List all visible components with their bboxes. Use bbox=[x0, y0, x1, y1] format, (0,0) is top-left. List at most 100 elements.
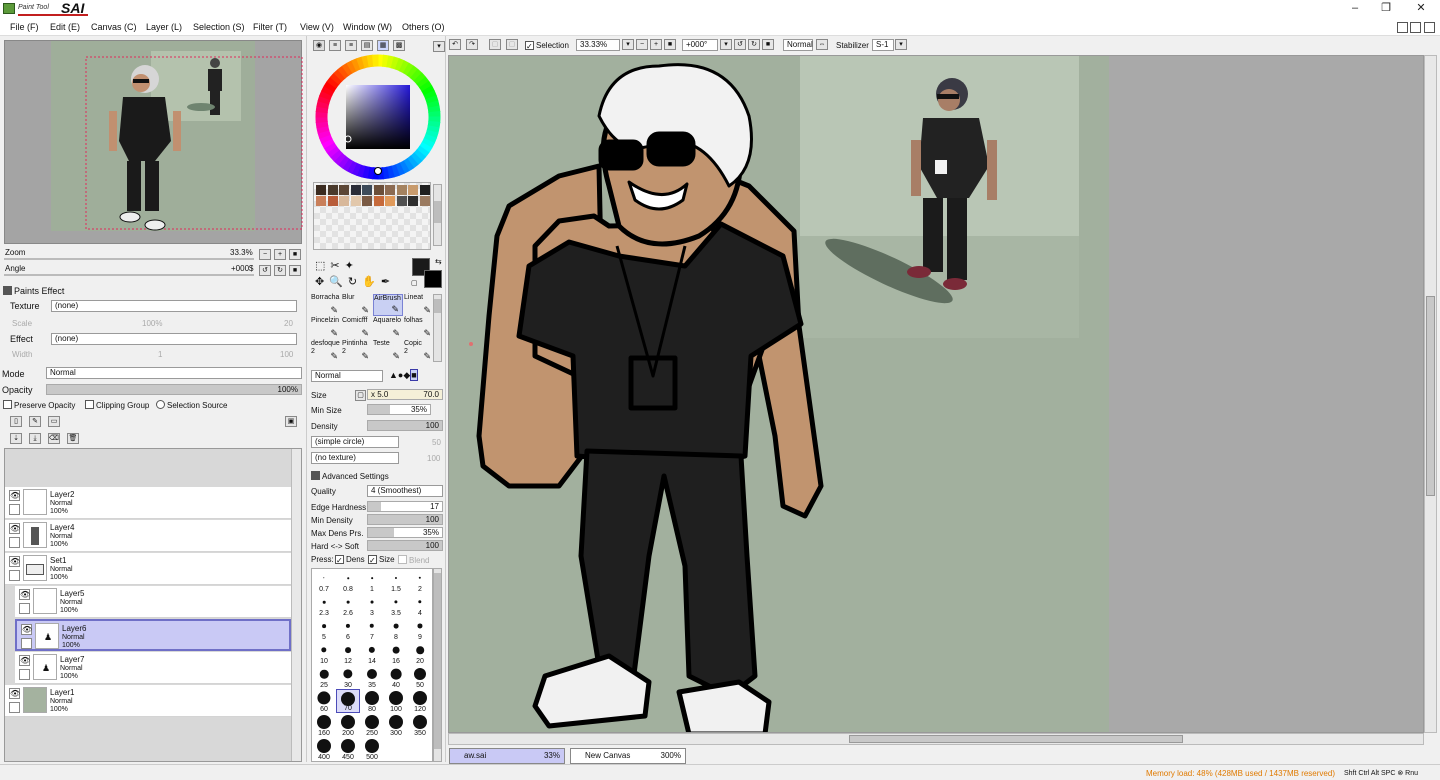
brush-tool-copic[interactable]: Copic 2 ✎ bbox=[404, 340, 434, 362]
brush-tool-comicfff[interactable]: Comicfff ✎ bbox=[342, 317, 372, 339]
canvas-rotate-reset-icon[interactable]: ■ bbox=[762, 39, 774, 50]
size-multiplier-button[interactable]: ▢ bbox=[355, 390, 366, 401]
zoom-tool-icon[interactable]: 🔍 bbox=[329, 276, 348, 288]
layer-row-layer4[interactable]: 👁 Layer4 Normal 100% bbox=[5, 520, 291, 552]
mix-mode-icon[interactable]: ▤ bbox=[361, 40, 373, 51]
swatch[interactable] bbox=[316, 185, 326, 195]
paints-effect-title[interactable]: Paints Effect bbox=[3, 286, 64, 296]
brush-tool-pintinha[interactable]: Pintinha 2 ✎ bbox=[342, 340, 372, 362]
deselect-icon[interactable]: ▢ bbox=[489, 39, 501, 50]
undo-icon[interactable]: ↶ bbox=[449, 39, 461, 50]
brush-size-cell[interactable]: 0.7 bbox=[312, 569, 336, 593]
canvas-zoom-in-icon[interactable]: + bbox=[650, 39, 662, 50]
brush-size-cell[interactable]: 0.8 bbox=[336, 569, 360, 593]
brush-size-cell[interactable]: 300 bbox=[384, 713, 408, 737]
brush-tool-lineat[interactable]: Lineat ✎ bbox=[404, 294, 434, 316]
zoom-dropdown-icon[interactable]: ▾ bbox=[622, 39, 634, 50]
stabilizer-select[interactable]: S-1 bbox=[872, 39, 894, 51]
brush-size-cell[interactable]: 3.5 bbox=[384, 593, 408, 617]
canvas-rotate-right-icon[interactable]: ↻ bbox=[748, 39, 760, 50]
brush-size-cell[interactable]: 40 bbox=[384, 665, 408, 689]
size-palette-scroll-thumb[interactable] bbox=[434, 573, 441, 749]
swatches-mode-icon[interactable]: ▦ bbox=[377, 40, 389, 51]
brush-shape-select[interactable]: (simple circle) bbox=[311, 436, 399, 448]
brush-size-cell[interactable]: 8 bbox=[384, 617, 408, 641]
swatch[interactable] bbox=[339, 185, 349, 195]
menu-window[interactable]: Window (W) bbox=[343, 22, 392, 32]
menu-edit[interactable]: Edit (E) bbox=[50, 22, 80, 32]
brush-size-cell[interactable]: 20 bbox=[408, 641, 432, 665]
hue-segment[interactable] bbox=[372, 54, 379, 67]
clear-layer-icon[interactable]: ⌫ bbox=[48, 433, 60, 444]
max-dens-slider[interactable]: 35% bbox=[367, 527, 443, 538]
brush-size-cell[interactable]: 350 bbox=[408, 713, 432, 737]
brush-size-cell[interactable]: 500 bbox=[360, 737, 384, 761]
size-palette-scrollbar[interactable] bbox=[433, 568, 442, 762]
layer-list-scrollbar[interactable] bbox=[291, 449, 301, 761]
zoom-out-button[interactable]: − bbox=[259, 249, 271, 260]
layer-visibility-icon[interactable]: 👁 bbox=[9, 490, 20, 501]
invert-selection-icon[interactable]: ▢ bbox=[506, 39, 518, 50]
brush-size-cell[interactable]: 30 bbox=[336, 665, 360, 689]
swatch-scrollbar[interactable] bbox=[433, 184, 442, 246]
navigator-preview[interactable] bbox=[4, 40, 303, 244]
brush-tool-desfoque[interactable]: desfoque 2 ✎ bbox=[311, 340, 341, 362]
layer-visibility-icon[interactable]: 👁 bbox=[9, 523, 20, 534]
canvas-horizontal-scrollbar[interactable] bbox=[448, 733, 1424, 745]
swatch[interactable] bbox=[385, 196, 395, 206]
layer-visibility-icon[interactable]: 👁 bbox=[21, 624, 32, 635]
canvas-vertical-thumb[interactable] bbox=[1426, 296, 1435, 496]
brush-size-cell[interactable]: 120 bbox=[408, 689, 432, 713]
preserve-opacity-checkbox[interactable]: Preserve Opacity bbox=[3, 400, 75, 410]
swatch[interactable] bbox=[350, 196, 361, 206]
brush-size-cell[interactable]: 10 bbox=[312, 641, 336, 665]
brush-size-cell[interactable]: 1.5 bbox=[384, 569, 408, 593]
brush-tool-airbrush[interactable]: AirBrush ✎ bbox=[373, 294, 403, 316]
brush-size-cell[interactable]: 50 bbox=[408, 665, 432, 689]
swatch[interactable] bbox=[385, 185, 395, 195]
tool-scrollbar[interactable] bbox=[433, 294, 442, 362]
layer-row-layer6[interactable]: 👁 ♟ Layer6 Normal 100% bbox=[15, 619, 291, 651]
swatch[interactable] bbox=[396, 196, 407, 206]
swatch[interactable] bbox=[419, 196, 430, 206]
brush-size-cell[interactable]: 70 bbox=[336, 689, 360, 713]
color-wheel[interactable] bbox=[315, 54, 441, 180]
brush-size-cell[interactable]: 2.3 bbox=[312, 593, 336, 617]
close-button[interactable]: ✕ bbox=[1407, 1, 1435, 17]
quality-select[interactable]: 4 (Smoothest) bbox=[367, 485, 443, 497]
brush-size-cell[interactable]: 6 bbox=[336, 617, 360, 641]
brush-size-cell[interactable]: 25 bbox=[312, 665, 336, 689]
brush-size-cell[interactable]: 7 bbox=[360, 617, 384, 641]
clipping-group-checkbox[interactable]: Clipping Group bbox=[85, 400, 149, 410]
angle-dropdown-icon[interactable]: ▾ bbox=[720, 39, 732, 50]
transparent-color-icon[interactable]: ▢ bbox=[411, 279, 418, 287]
brush-size-cell[interactable]: 100 bbox=[384, 689, 408, 713]
edge-hardness-slider[interactable]: 17 bbox=[367, 501, 443, 512]
transfer-down-icon[interactable]: ⇣ bbox=[10, 433, 22, 444]
menu-view[interactable]: View (V) bbox=[300, 22, 334, 32]
density-slider[interactable]: 100 bbox=[367, 420, 443, 431]
menu-layer[interactable]: Layer (L) bbox=[146, 22, 182, 32]
hue-segment[interactable] bbox=[428, 111, 441, 118]
layer-row-layer2[interactable]: 👁 Layer2 Normal 100% bbox=[5, 487, 291, 519]
mdi-close-icon[interactable] bbox=[1424, 22, 1435, 33]
size-slider[interactable]: x 5.0 70.0 bbox=[367, 389, 443, 400]
layer-visibility-icon[interactable]: 👁 bbox=[19, 655, 30, 666]
min-size-slider[interactable]: 35% bbox=[367, 404, 431, 415]
canvas-artwork[interactable] bbox=[449, 56, 1424, 733]
merge-down-icon[interactable]: ⤓ bbox=[29, 433, 41, 444]
brush-size-cell[interactable]: 2 bbox=[408, 569, 432, 593]
canvas-flip-mode[interactable]: Normal bbox=[783, 39, 813, 51]
brush-size-cell[interactable]: 200 bbox=[336, 713, 360, 737]
swatch[interactable] bbox=[396, 185, 407, 195]
menu-canvas[interactable]: Canvas (C) bbox=[91, 22, 137, 32]
restore-button[interactable]: ❐ bbox=[1372, 1, 1400, 17]
canvas-angle-field[interactable]: +000° bbox=[682, 39, 718, 51]
layer-lock-checkbox[interactable] bbox=[9, 702, 20, 713]
menu-selection[interactable]: Selection (S) bbox=[193, 22, 245, 32]
scratchpad-mode-icon[interactable]: ▩ bbox=[393, 40, 405, 51]
swatch[interactable] bbox=[362, 196, 372, 206]
brush-size-cell[interactable]: 16 bbox=[384, 641, 408, 665]
background-color[interactable] bbox=[424, 270, 442, 288]
zoom-slider[interactable] bbox=[4, 258, 254, 260]
